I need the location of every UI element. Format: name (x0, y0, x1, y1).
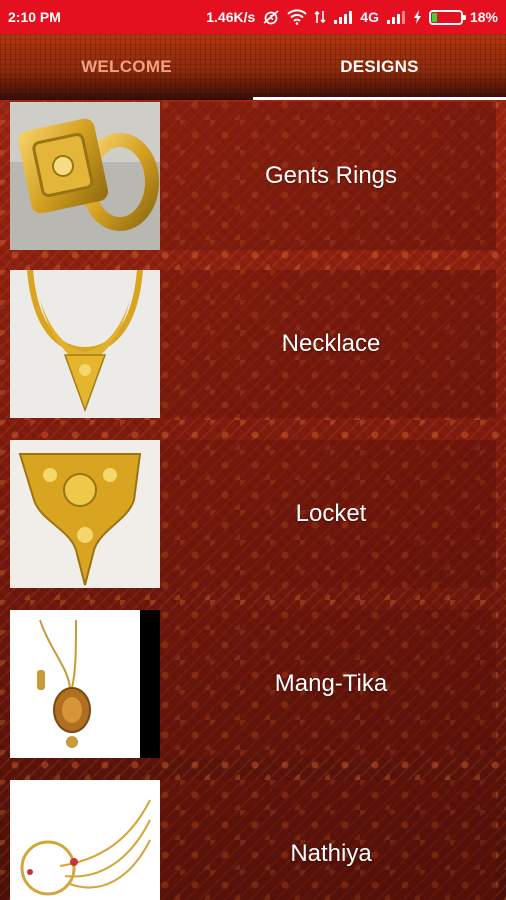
signal-icon (333, 10, 353, 24)
alarm-off-icon (262, 9, 280, 25)
battery-percent: 18% (469, 9, 498, 25)
design-item-label: Nathiya (290, 840, 372, 867)
network-type: 4G (360, 9, 379, 25)
design-item-label: Mang-Tika (274, 670, 388, 697)
design-item-label: Necklace (281, 330, 381, 357)
battery-icon (428, 9, 466, 25)
design-item-nathiya[interactable]: Nathiya (10, 780, 496, 900)
design-item-gents-rings[interactable]: Gents Rings (10, 102, 496, 250)
design-item-locket[interactable]: Locket (10, 440, 496, 588)
tab-designs[interactable]: DESIGNS (253, 34, 506, 100)
charging-icon (413, 10, 422, 24)
design-item-necklace[interactable]: Necklace (10, 270, 496, 418)
nathiya-image (10, 780, 160, 900)
status-bar: 2:10 PM 1.46K/s 4G 18% (0, 0, 506, 34)
status-time: 2:10 PM (8, 9, 61, 25)
gold-locket-image (10, 440, 160, 588)
tab-bar: WELCOME DESIGNS (0, 34, 506, 100)
status-icons: 1.46K/s 4G 18% (206, 9, 498, 25)
designs-list: Gents Rings Necklace Locket Mang-Tika Na… (0, 100, 506, 900)
signal-icon-2 (386, 10, 406, 24)
tab-welcome[interactable]: WELCOME (0, 34, 253, 100)
net-speed: 1.46K/s (206, 9, 256, 25)
gold-ring-image (10, 102, 160, 250)
data-arrows-icon (314, 9, 326, 25)
design-item-label: Gents Rings (264, 162, 398, 189)
mang-tika-image (10, 610, 160, 758)
tab-welcome-label: WELCOME (81, 57, 172, 76)
design-item-label: Locket (295, 500, 367, 527)
gold-necklace-image (10, 270, 160, 418)
tab-designs-label: DESIGNS (340, 57, 419, 76)
design-item-mang-tika[interactable]: Mang-Tika (10, 610, 496, 758)
wifi-icon (287, 9, 307, 25)
